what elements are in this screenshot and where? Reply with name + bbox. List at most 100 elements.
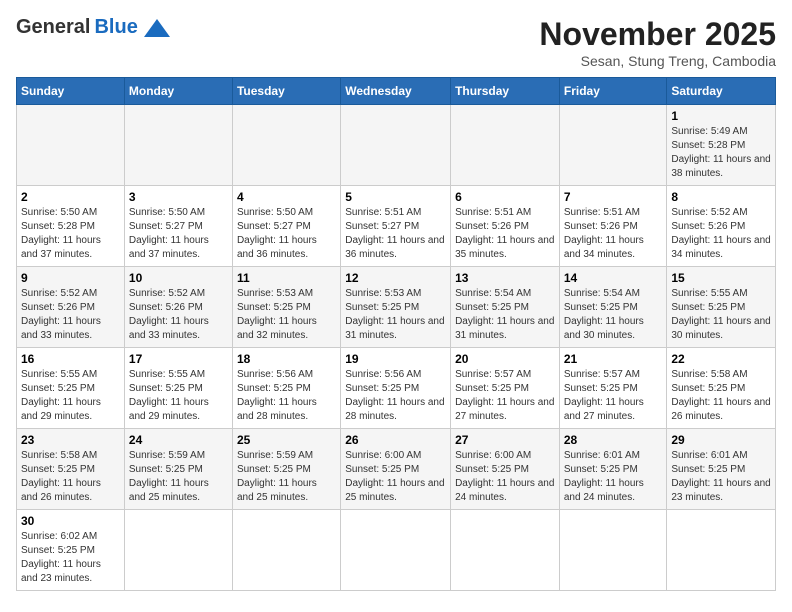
calendar-cell: 12 Sunrise: 5:53 AM Sunset: 5:25 PM Dayli… xyxy=(341,267,451,348)
weekday-header-friday: Friday xyxy=(559,78,667,105)
day-info: Sunrise: 5:55 AM Sunset: 5:25 PM Dayligh… xyxy=(671,287,771,343)
day-info: Sunrise: 5:58 AM Sunset: 5:25 PM Dayligh… xyxy=(21,449,120,505)
calendar-cell: 24Sunrise: 5:59 AM Sunset: 5:25 PM Dayli… xyxy=(124,429,232,510)
day-number: 3 xyxy=(129,190,228,204)
weekday-header-thursday: Thursday xyxy=(451,78,560,105)
calendar-cell: 9 Sunrise: 5:52 AM Sunset: 5:26 PM Daylig… xyxy=(17,267,125,348)
calendar-cell: 10 Sunrise: 5:52 AM Sunset: 5:26 PM Dayli… xyxy=(124,267,232,348)
day-number: 26 xyxy=(345,433,446,447)
calendar-cell: 3 Sunrise: 5:50 AM Sunset: 5:27 PM Daylig… xyxy=(124,186,232,267)
weekday-header-monday: Monday xyxy=(124,78,232,105)
day-info: Sunrise: 5:54 AM Sunset: 5:25 PM Dayligh… xyxy=(564,287,663,343)
day-info: Sunrise: 5:49 AM Sunset: 5:28 PM Dayligh… xyxy=(671,125,771,181)
day-info: Sunrise: 6:02 AM Sunset: 5:25 PM Dayligh… xyxy=(21,530,120,586)
day-info: Sunrise: 5:57 AM Sunset: 5:25 PM Dayligh… xyxy=(455,368,555,424)
day-info: Sunrise: 5:53 AM Sunset: 5:25 PM Dayligh… xyxy=(345,287,446,343)
calendar-cell xyxy=(124,105,232,186)
calendar-cell xyxy=(232,510,340,591)
calendar-cell: 15 Sunrise: 5:55 AM Sunset: 5:25 PM Dayli… xyxy=(667,267,776,348)
calendar-cell xyxy=(559,510,667,591)
day-info: Sunrise: 5:59 AM Sunset: 5:25 PM Dayligh… xyxy=(237,449,336,505)
calendar-cell xyxy=(667,510,776,591)
day-number: 7 xyxy=(564,190,663,204)
logo-text-blue: Blue xyxy=(94,16,137,39)
calendar-cell: 27Sunrise: 6:00 AM Sunset: 5:25 PM Dayli… xyxy=(451,429,560,510)
weekday-header-row: SundayMondayTuesdayWednesdayThursdayFrid… xyxy=(17,78,776,105)
day-number: 9 xyxy=(21,271,120,285)
logo: General Blue xyxy=(16,16,172,39)
day-number: 22 xyxy=(671,352,771,366)
calendar-cell: 17 Sunrise: 5:55 AM Sunset: 5:25 PM Dayli… xyxy=(124,348,232,429)
day-info: Sunrise: 5:55 AM Sunset: 5:25 PM Dayligh… xyxy=(21,368,120,424)
day-number: 12 xyxy=(345,271,446,285)
main-title: November 2025 xyxy=(539,16,776,53)
day-number: 13 xyxy=(455,271,555,285)
day-info: Sunrise: 5:50 AM Sunset: 5:27 PM Dayligh… xyxy=(129,206,228,262)
calendar-cell: 21 Sunrise: 5:57 AM Sunset: 5:25 PM Dayli… xyxy=(559,348,667,429)
calendar-cell: 22 Sunrise: 5:58 AM Sunset: 5:25 PM Dayli… xyxy=(667,348,776,429)
calendar-week-row: 2Sunrise: 5:50 AM Sunset: 5:28 PM Daylig… xyxy=(17,186,776,267)
calendar-cell: 25Sunrise: 5:59 AM Sunset: 5:25 PM Dayli… xyxy=(232,429,340,510)
page-header: General Blue November 2025 Sesan, Stung … xyxy=(16,16,776,69)
day-number: 4 xyxy=(237,190,336,204)
day-info: Sunrise: 5:51 AM Sunset: 5:26 PM Dayligh… xyxy=(455,206,555,262)
calendar-cell: 6 Sunrise: 5:51 AM Sunset: 5:26 PM Daylig… xyxy=(451,186,560,267)
calendar-cell: 18Sunrise: 5:56 AM Sunset: 5:25 PM Dayli… xyxy=(232,348,340,429)
day-number: 29 xyxy=(671,433,771,447)
day-info: Sunrise: 6:01 AM Sunset: 5:25 PM Dayligh… xyxy=(564,449,663,505)
calendar-cell: 23 Sunrise: 5:58 AM Sunset: 5:25 PM Dayli… xyxy=(17,429,125,510)
calendar-cell xyxy=(451,510,560,591)
day-number: 14 xyxy=(564,271,663,285)
day-info: Sunrise: 5:50 AM Sunset: 5:28 PM Dayligh… xyxy=(21,206,120,262)
day-number: 23 xyxy=(21,433,120,447)
day-number: 30 xyxy=(21,514,120,528)
title-block: November 2025 Sesan, Stung Treng, Cambod… xyxy=(539,16,776,69)
day-number: 10 xyxy=(129,271,228,285)
weekday-header-wednesday: Wednesday xyxy=(341,78,451,105)
day-number: 18 xyxy=(237,352,336,366)
calendar-cell xyxy=(451,105,560,186)
day-info: Sunrise: 5:50 AM Sunset: 5:27 PM Dayligh… xyxy=(237,206,336,262)
day-info: Sunrise: 5:58 AM Sunset: 5:25 PM Dayligh… xyxy=(671,368,771,424)
day-number: 15 xyxy=(671,271,771,285)
day-number: 28 xyxy=(564,433,663,447)
calendar-cell xyxy=(341,510,451,591)
calendar-cell: 26 Sunrise: 6:00 AM Sunset: 5:25 PM Dayli… xyxy=(341,429,451,510)
day-info: Sunrise: 6:00 AM Sunset: 5:25 PM Dayligh… xyxy=(345,449,446,505)
day-number: 21 xyxy=(564,352,663,366)
day-number: 1 xyxy=(671,109,771,123)
day-number: 6 xyxy=(455,190,555,204)
day-number: 17 xyxy=(129,352,228,366)
day-info: Sunrise: 5:55 AM Sunset: 5:25 PM Dayligh… xyxy=(129,368,228,424)
day-number: 5 xyxy=(345,190,446,204)
calendar-cell xyxy=(17,105,125,186)
day-number: 8 xyxy=(671,190,771,204)
day-number: 11 xyxy=(237,271,336,285)
calendar-cell: 28 Sunrise: 6:01 AM Sunset: 5:25 PM Dayli… xyxy=(559,429,667,510)
day-info: Sunrise: 5:52 AM Sunset: 5:26 PM Dayligh… xyxy=(129,287,228,343)
calendar-week-row: 9 Sunrise: 5:52 AM Sunset: 5:26 PM Daylig… xyxy=(17,267,776,348)
calendar-cell: 29Sunrise: 6:01 AM Sunset: 5:25 PM Dayli… xyxy=(667,429,776,510)
calendar-table: SundayMondayTuesdayWednesdayThursdayFrid… xyxy=(16,77,776,591)
logo-icon xyxy=(142,17,172,39)
day-info: Sunrise: 5:53 AM Sunset: 5:25 PM Dayligh… xyxy=(237,287,336,343)
calendar-cell: 16 Sunrise: 5:55 AM Sunset: 5:25 PM Dayli… xyxy=(17,348,125,429)
day-info: Sunrise: 5:52 AM Sunset: 5:26 PM Dayligh… xyxy=(21,287,120,343)
day-info: Sunrise: 5:54 AM Sunset: 5:25 PM Dayligh… xyxy=(455,287,555,343)
day-number: 20 xyxy=(455,352,555,366)
calendar-cell xyxy=(341,105,451,186)
day-info: Sunrise: 5:57 AM Sunset: 5:25 PM Dayligh… xyxy=(564,368,663,424)
weekday-header-tuesday: Tuesday xyxy=(232,78,340,105)
day-info: Sunrise: 5:56 AM Sunset: 5:25 PM Dayligh… xyxy=(345,368,446,424)
calendar-cell: 4 Sunrise: 5:50 AM Sunset: 5:27 PM Daylig… xyxy=(232,186,340,267)
calendar-cell: 13 Sunrise: 5:54 AM Sunset: 5:25 PM Dayli… xyxy=(451,267,560,348)
weekday-header-sunday: Sunday xyxy=(17,78,125,105)
day-info: Sunrise: 5:51 AM Sunset: 5:26 PM Dayligh… xyxy=(564,206,663,262)
calendar-week-row: 23 Sunrise: 5:58 AM Sunset: 5:25 PM Dayli… xyxy=(17,429,776,510)
calendar-cell: 1 Sunrise: 5:49 AM Sunset: 5:28 PM Daylig… xyxy=(667,105,776,186)
calendar-cell: 30 Sunrise: 6:02 AM Sunset: 5:25 PM Dayli… xyxy=(17,510,125,591)
calendar-cell: 14 Sunrise: 5:54 AM Sunset: 5:25 PM Dayli… xyxy=(559,267,667,348)
calendar-cell: 7 Sunrise: 5:51 AM Sunset: 5:26 PM Daylig… xyxy=(559,186,667,267)
calendar-cell xyxy=(124,510,232,591)
day-number: 16 xyxy=(21,352,120,366)
